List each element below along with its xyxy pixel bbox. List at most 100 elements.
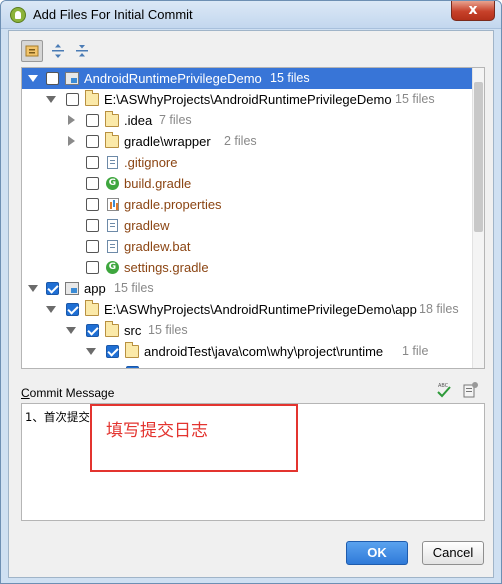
gradle-file-icon: G [106, 261, 119, 274]
commit-message-input[interactable]: 1、首次提交 填写提交日志 [21, 403, 485, 521]
checkbox-gradle-properties[interactable] [86, 198, 99, 211]
spellcheck-button[interactable]: ABC [435, 381, 453, 399]
group-by-directory-button[interactable] [21, 40, 43, 62]
checkbox-project-root[interactable] [46, 72, 59, 85]
tree-row-androidtest[interactable]: androidTest\java\com\why\project\runtime… [22, 341, 484, 362]
tree-item-label: E:\ASWhyProjects\AndroidRuntimePrivilege… [104, 302, 417, 317]
expand-arrow-icon[interactable] [46, 96, 56, 103]
tree-row-gradlew-bat[interactable]: gradlew.bat [22, 236, 484, 257]
properties-file-icon [107, 198, 119, 211]
checkbox-gitignore[interactable] [86, 156, 99, 169]
dialog-window: Add Files For Initial Commit x AndroidRu… [0, 0, 502, 584]
tree-item-label: gradle\wrapper [124, 134, 211, 149]
folder-icon [105, 321, 119, 337]
tree-row-build-gradle[interactable]: G build.gradle [22, 173, 484, 194]
text-file-icon [107, 219, 118, 232]
collapse-arrow-icon[interactable] [68, 115, 75, 125]
collapse-arrow-icon[interactable] [68, 136, 75, 146]
tree-item-label: gradlew [124, 218, 170, 233]
collapse-all-button[interactable] [71, 40, 93, 62]
expand-all-icon [52, 44, 64, 58]
module-icon [65, 282, 79, 295]
checkbox-gradle-wrapper[interactable] [86, 135, 99, 148]
file-count: 1 file [402, 344, 429, 358]
changes-tree: AndroidRuntimePrivilegeDemo 15 files E:\… [21, 67, 485, 369]
checkbox-gradlew[interactable] [86, 219, 99, 232]
file-count: 15 files [114, 281, 154, 295]
window-title: Add Files For Initial Commit [33, 7, 193, 22]
tree-item-label: E:\ASWhyProjects\AndroidRuntimePrivilege… [104, 92, 392, 107]
gradle-file-icon: G [106, 177, 119, 190]
folder-icon [85, 90, 99, 106]
folder-icon [105, 111, 119, 127]
tree-row-src[interactable]: src 15 files [22, 320, 484, 341]
spellcheck-icon: ABC [437, 383, 451, 398]
close-button[interactable]: x [451, 1, 495, 21]
module-icon [65, 72, 79, 85]
cancel-button[interactable]: Cancel [422, 541, 484, 565]
checkbox-partial[interactable] [126, 366, 139, 368]
commit-message-text[interactable]: 1、首次提交 [25, 409, 90, 425]
checkbox-app[interactable] [46, 282, 59, 295]
android-studio-icon [10, 7, 26, 23]
dialog-content: AndroidRuntimePrivilegeDemo 15 files E:\… [8, 30, 494, 578]
tree-row-gradle-properties[interactable]: gradle.properties [22, 194, 484, 215]
commit-message-label: Commit Message [21, 386, 115, 400]
file-count: 15 files [395, 92, 435, 106]
folder-icon [125, 342, 139, 358]
svg-text:ABC: ABC [438, 383, 449, 389]
tree-item-label: build.gradle [124, 176, 192, 191]
file-count: 7 files [159, 113, 192, 127]
checkbox-gradlew-bat[interactable] [86, 240, 99, 253]
tree-scrollbar[interactable] [472, 68, 484, 368]
tree-item-label: .gitignore [124, 155, 178, 170]
expand-arrow-icon[interactable] [28, 285, 38, 292]
tree-row-idea[interactable]: .idea 7 files [22, 110, 484, 131]
checkbox-src[interactable] [86, 324, 99, 337]
tree-item-label: AndroidRuntimePrivilegeDemo [84, 71, 262, 86]
tree-row-app[interactable]: app 15 files [22, 278, 484, 299]
tree-row-gitignore[interactable]: .gitignore [22, 152, 484, 173]
tree-item-label: androidTest\java\com\why\project\runtime [144, 344, 384, 359]
tree-item-label: gradle.properties [124, 197, 222, 212]
tree-row-settings-gradle[interactable]: G settings.gradle [22, 257, 484, 278]
checkbox-build-gradle[interactable] [86, 177, 99, 190]
ok-button[interactable]: OK [346, 541, 408, 565]
collapse-all-icon [76, 45, 88, 57]
tree-row-gradle-wrapper[interactable]: gradle\wrapper 2 files [22, 131, 484, 152]
checkbox-app-dir[interactable] [66, 303, 79, 316]
expand-arrow-icon[interactable] [28, 75, 38, 82]
annotation-text: 填写提交日志 [106, 421, 208, 441]
checkbox-androidtest[interactable] [106, 345, 119, 358]
file-count: 15 files [148, 323, 188, 337]
folder-icon [85, 300, 99, 316]
expand-all-button[interactable] [47, 40, 69, 62]
commit-history-button[interactable] [461, 381, 479, 399]
file-count: 2 files [224, 134, 257, 148]
tree-row-gradlew[interactable]: gradlew [22, 215, 484, 236]
tree-row-project-root[interactable]: AndroidRuntimePrivilegeDemo 15 files [22, 68, 484, 89]
tree-item-label: gradlew.bat [124, 239, 191, 254]
file-count: 15 files [270, 71, 310, 85]
expand-arrow-icon[interactable] [46, 306, 56, 313]
checkbox-settings-gradle[interactable] [86, 261, 99, 274]
group-by-directory-icon [25, 45, 39, 57]
expand-arrow-icon[interactable] [66, 327, 76, 334]
folder-icon [105, 132, 119, 148]
tree-item-label: src [124, 323, 142, 338]
tree-row-project-dir[interactable]: E:\ASWhyProjects\AndroidRuntimePrivilege… [22, 89, 484, 110]
text-file-icon [107, 156, 118, 169]
checkbox-project-dir[interactable] [66, 93, 79, 106]
tree-item-label: app [84, 281, 106, 296]
checkbox-idea[interactable] [86, 114, 99, 127]
tree-item-label: settings.gradle [124, 260, 209, 275]
tree-row-partial[interactable] [22, 362, 484, 368]
tree-item-label: .idea [124, 113, 153, 128]
file-count: 18 files [419, 302, 459, 316]
expand-arrow-icon[interactable] [86, 348, 96, 355]
commit-history-icon [463, 382, 478, 398]
title-bar[interactable]: Add Files For Initial Commit x [1, 1, 501, 29]
tree-row-app-dir[interactable]: E:\ASWhyProjects\AndroidRuntimePrivilege… [22, 299, 484, 320]
scrollbar-thumb[interactable] [474, 82, 483, 232]
annotation-frame: 填写提交日志 [90, 404, 298, 472]
